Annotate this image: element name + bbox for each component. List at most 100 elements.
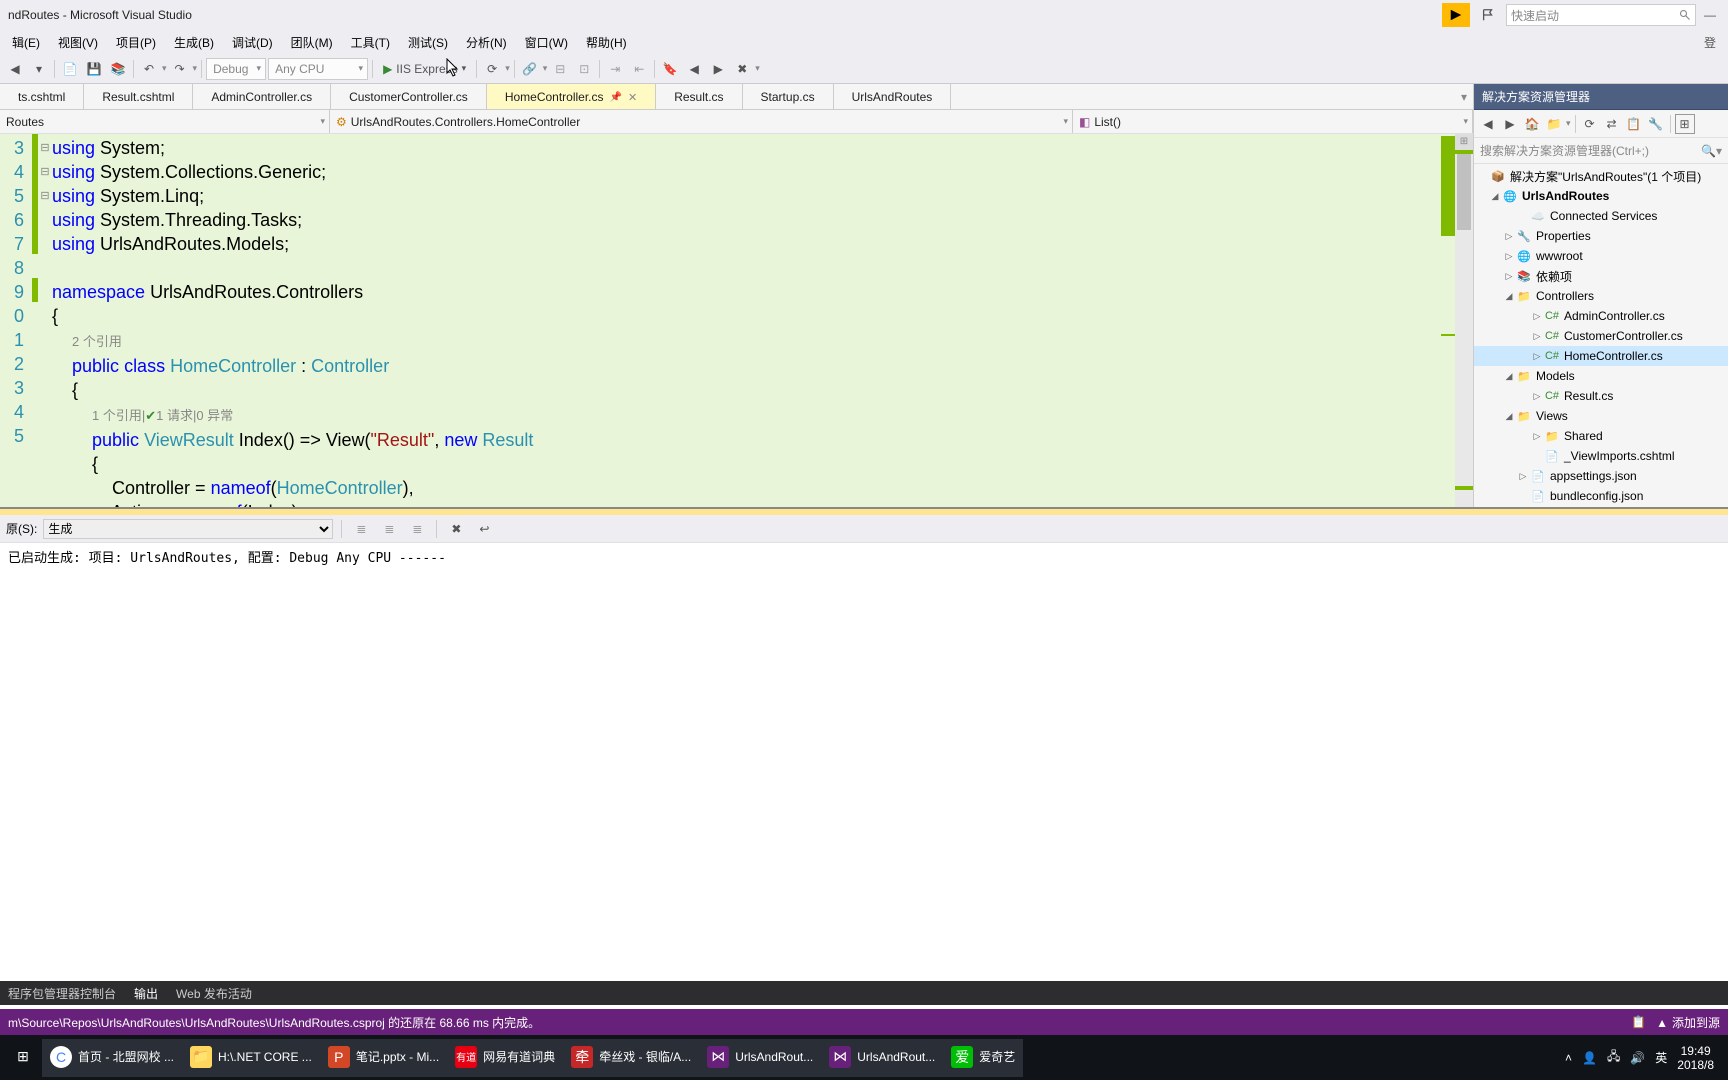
tray-chevron-icon[interactable]: ˄ [1565,1051,1572,1065]
redo-button[interactable]: ↷ [169,58,191,80]
taskbar-start[interactable]: ⊞ [4,1039,42,1077]
taskbar-chrome[interactable]: C首页 - 北盟网校 ... [42,1039,182,1077]
refresh-icon[interactable]: ⟳ [1580,114,1600,134]
menu-edit[interactable]: 辑(E) [4,32,48,53]
tab-package-console[interactable]: 程序包管理器控制台 [8,985,116,1002]
nav-namespace-dropdown[interactable]: Routes [0,110,330,133]
save-button[interactable]: 💾 [83,58,105,80]
forward-icon[interactable]: ▶ [1500,114,1520,134]
tab-admin-controller[interactable]: AdminController.cs [193,84,331,110]
menu-test[interactable]: 测试(S) [400,32,456,53]
tree-connected-services[interactable]: ☁️Connected Services [1474,206,1728,226]
output-text[interactable]: 已启动生成: 项目: UrlsAndRoutes, 配置: Debug Any … [0,543,1728,981]
taskbar-powerpoint[interactable]: P笔记.pptx - Mi... [320,1039,447,1077]
quick-launch-input[interactable]: 快速启动 [1506,4,1696,26]
save-all-button[interactable]: 📚 [107,58,129,80]
tab-result-cs[interactable]: Result.cs [656,84,742,110]
menu-analyze[interactable]: 分析(N) [458,32,515,53]
taskbar-youdao[interactable]: 有道网易有道词典 [447,1039,563,1077]
tray-people-icon[interactable]: 👤 [1582,1051,1597,1065]
taskbar-vs1[interactable]: ⋈UrlsAndRout... [699,1039,821,1077]
minimize-button[interactable]: — [1700,8,1720,22]
nav-class-dropdown[interactable]: ⚙UrlsAndRoutes.Controllers.HomeControlle… [330,110,1073,133]
menu-project[interactable]: 项目(P) [108,32,164,53]
menu-debug[interactable]: 调试(D) [224,32,281,53]
new-button[interactable]: 📄 [59,58,81,80]
split-button[interactable]: ⊞ [1457,136,1471,150]
tree-shared[interactable]: ▷📁Shared [1474,426,1728,446]
tray-network-icon[interactable]: 🖧 [1607,1047,1620,1068]
tray-volume-icon[interactable]: 🔊 [1630,1051,1645,1065]
tab-output[interactable]: 输出 [134,985,158,1002]
tray-ime[interactable]: 英 [1655,1049,1667,1066]
system-tray[interactable]: ˄ 👤 🖧 🔊 英 19:49 2018/8 [1565,1044,1724,1072]
platform-dropdown[interactable]: Any CPU [268,58,368,80]
feedback-icon[interactable] [1474,3,1502,27]
tree-models[interactable]: ◢📁Models [1474,366,1728,386]
tree-controllers[interactable]: ◢📁Controllers [1474,286,1728,306]
menu-build[interactable]: 生成(B) [166,32,222,53]
output-source-dropdown[interactable]: 生成 [43,519,333,539]
undo-button[interactable]: ↶ [138,58,160,80]
status-add-source[interactable]: ▲添加到源 [1656,1014,1720,1031]
tab-overflow-button[interactable]: ▾ [1455,84,1473,109]
status-icon[interactable]: 📋 [1631,1015,1646,1029]
sync-icon[interactable]: 📁 [1544,114,1564,134]
tree-bundleconfig[interactable]: 📄bundleconfig.json [1474,486,1728,506]
back-icon[interactable]: ◀ [1478,114,1498,134]
refresh-button[interactable]: ⟳ [481,58,503,80]
out-clear-button[interactable]: ✖ [445,518,467,540]
tree-views[interactable]: ◢📁Views [1474,406,1728,426]
nav-member-dropdown[interactable]: ◧List() [1073,110,1473,133]
tree-properties[interactable]: ▷🔧Properties [1474,226,1728,246]
tab-urls-routes[interactable]: UrlsAndRoutes [834,84,952,110]
menu-view[interactable]: 视图(V) [50,32,106,53]
show-all-icon[interactable]: 📋 [1624,114,1644,134]
taskbar-explorer[interactable]: 📁H:\.NET CORE ... [182,1039,320,1077]
search-dropdown-icon[interactable]: 🔍▾ [1701,144,1722,158]
tab-result-cshtml[interactable]: Result.cshtml [84,84,193,110]
tab-customer-controller[interactable]: CustomerController.cs [331,84,487,110]
tab-web-publish[interactable]: Web 发布活动 [176,985,252,1002]
tree-wwwroot[interactable]: ▷🌐wwwroot [1474,246,1728,266]
tree-solution[interactable]: 📦解决方案"UrlsAndRoutes"(1 个项目) [1474,166,1728,186]
menu-team[interactable]: 团队(M) [283,32,341,53]
prev-bookmark-button[interactable]: ◀ [683,58,705,80]
taskbar-vs2[interactable]: ⋈UrlsAndRout... [821,1039,943,1077]
login-label[interactable]: 登 [1696,32,1724,53]
next-bookmark-button[interactable]: ▶ [707,58,729,80]
tab-ts-cshtml[interactable]: ts.cshtml [0,84,84,110]
out-wrap-button[interactable]: ↩ [473,518,495,540]
bookmark-button[interactable]: 🔖 [659,58,681,80]
tree-viewimports[interactable]: 📄_ViewImports.cshtml [1474,446,1728,466]
properties-icon[interactable]: 🔧 [1646,114,1666,134]
tree-admin-controller[interactable]: ▷C#AdminController.cs [1474,306,1728,326]
menu-tools[interactable]: 工具(T) [343,32,398,53]
tab-home-controller[interactable]: HomeController.cs📌✕ [487,84,656,110]
collapse-icon[interactable]: ⇄ [1602,114,1622,134]
tree-customer-controller[interactable]: ▷C#CustomerController.cs [1474,326,1728,346]
tree-home-controller[interactable]: ▷C#HomeController.cs [1474,346,1728,366]
tab-startup-cs[interactable]: Startup.cs [743,84,834,110]
clear-bookmark-button[interactable]: ✖ [731,58,753,80]
close-icon[interactable]: ✕ [628,91,637,104]
scope-icon[interactable]: ⊞ [1675,114,1695,134]
solution-search-input[interactable]: 搜索解决方案资源管理器(Ctrl+;) 🔍▾ [1474,138,1728,164]
tree-dependencies[interactable]: ▷📚依赖项 [1474,266,1728,286]
menu-help[interactable]: 帮助(H) [578,32,635,53]
config-dropdown[interactable]: Debug [206,58,266,80]
notification-icon[interactable] [1442,3,1470,27]
pin-icon[interactable]: 📌 [610,92,622,103]
tree-result-cs[interactable]: ▷C#Result.cs [1474,386,1728,406]
taskbar-iqiyi[interactable]: 爱爱奇艺 [943,1039,1023,1077]
tree-project[interactable]: ◢🌐UrlsAndRoutes [1474,186,1728,206]
forward-button[interactable]: ▾ [28,58,50,80]
tray-date[interactable]: 2018/8 [1677,1058,1714,1072]
tray-time[interactable]: 19:49 [1677,1044,1714,1058]
menu-window[interactable]: 窗口(W) [517,32,576,53]
browser-link-button[interactable]: 🔗 [519,58,541,80]
home-icon[interactable]: 🏠 [1522,114,1542,134]
tree-appsettings[interactable]: ▷📄appsettings.json [1474,466,1728,486]
taskbar-music[interactable]: 牵牵丝戏 - 银临/A... [563,1039,699,1077]
back-button[interactable]: ◀ [4,58,26,80]
